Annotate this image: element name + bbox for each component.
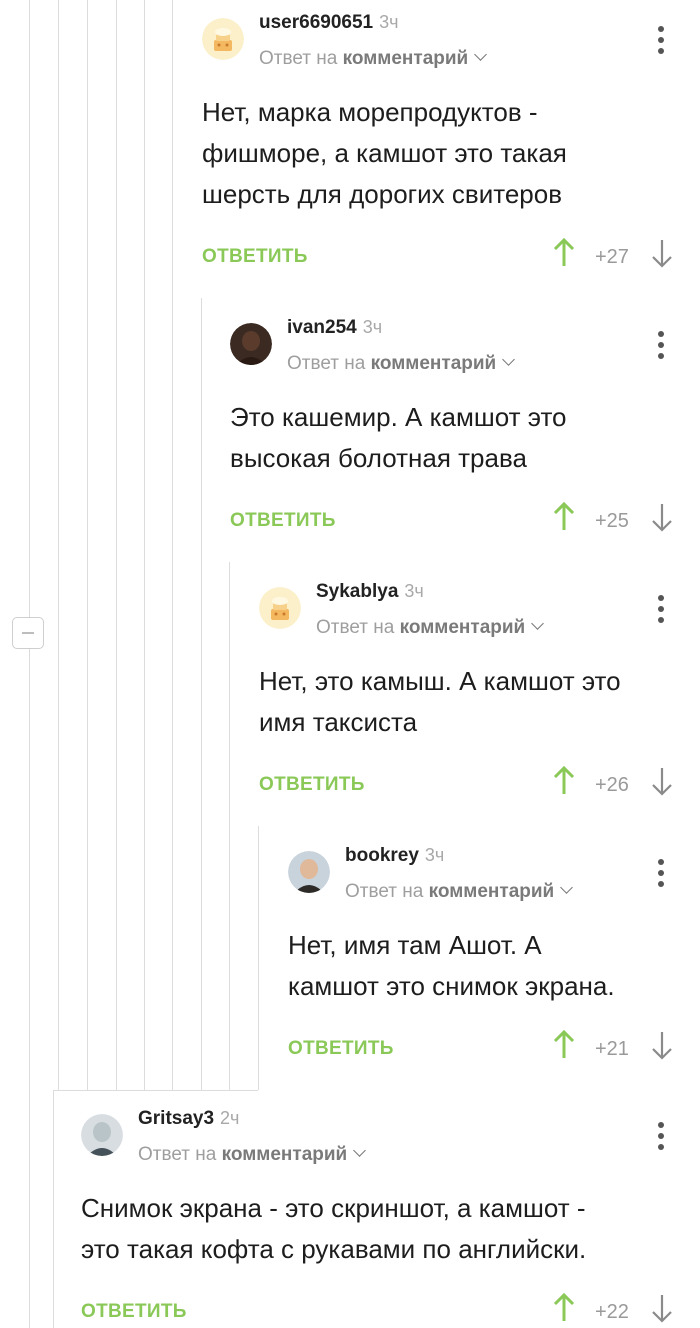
downvote-arrow-icon[interactable]	[651, 502, 673, 537]
reply-prefix: Ответ на	[287, 353, 366, 374]
reply-button[interactable]: ОТВЕТИТЬ	[230, 510, 336, 532]
thread-line	[229, 562, 230, 1090]
avatar[interactable]	[202, 18, 244, 60]
chevron-down-icon[interactable]	[353, 1144, 367, 1157]
username[interactable]: bookrey	[345, 845, 419, 866]
rating-score: +21	[595, 1038, 629, 1060]
thread-line	[87, 0, 88, 1090]
reply-to-line: Ответ на комментарий	[345, 881, 574, 903]
comment-text-line: шерсть для дорогих свитеров	[202, 179, 563, 209]
comment-text-line: Это кашемир. А камшот это	[230, 402, 567, 432]
more-options-icon[interactable]	[657, 595, 665, 625]
more-options-icon[interactable]	[657, 331, 665, 361]
upvote-arrow-icon[interactable]	[553, 501, 575, 537]
collapse-thread-button[interactable]	[12, 617, 44, 649]
avatar[interactable]	[81, 1114, 123, 1156]
comment-text-line: это такая кофта с рукавами по английски.	[81, 1234, 587, 1264]
reply-button[interactable]: ОТВЕТИТЬ	[288, 1038, 394, 1060]
comment-text-line: Нет, это камыш. А камшот это	[259, 666, 621, 696]
thread-line	[58, 0, 59, 1090]
comment-text-line: Нет, марка морепродуктов -	[202, 97, 538, 127]
downvote-arrow-icon[interactable]	[651, 1293, 673, 1328]
comment-time: 3ч	[379, 12, 399, 32]
comment-text-line: Снимок экрана - это скриншот, а камшот -	[81, 1193, 586, 1223]
reply-to-line: Ответ на комментарий	[259, 48, 488, 70]
thread-line	[172, 0, 173, 1090]
reply-prefix: Ответ на	[316, 617, 395, 638]
thread-line	[53, 1090, 54, 1328]
rating-score: +26	[595, 774, 629, 796]
username[interactable]: ivan254	[287, 317, 357, 338]
comment-text-line: Нет, имя там Ашот. А	[288, 930, 542, 960]
rating-score: +25	[595, 510, 629, 532]
thread-line	[29, 0, 30, 1328]
reply-target-link[interactable]: комментарий	[371, 353, 497, 374]
username[interactable]: Gritsay3	[138, 1108, 214, 1129]
avatar[interactable]	[259, 587, 301, 629]
reply-prefix: Ответ на	[345, 881, 424, 902]
avatar[interactable]	[288, 851, 330, 893]
more-options-icon[interactable]	[657, 859, 665, 889]
avatar[interactable]	[230, 323, 272, 365]
comment-time: 3ч	[424, 845, 445, 865]
reply-to-line: Ответ на комментарий	[287, 353, 516, 375]
reply-to-line: Ответ на комментарий	[316, 617, 545, 639]
comment-time: 3ч	[404, 581, 424, 601]
rating-score: +22	[595, 1301, 629, 1323]
reply-button[interactable]: ОТВЕТИТЬ	[81, 1301, 187, 1323]
reply-target-link[interactable]: комментарий	[222, 1144, 348, 1165]
thread-line	[201, 298, 202, 1090]
chevron-down-icon[interactable]	[502, 353, 516, 366]
reply-prefix: Ответ на	[138, 1144, 217, 1165]
chevron-down-icon[interactable]	[531, 617, 545, 630]
upvote-arrow-icon[interactable]	[553, 237, 575, 273]
downvote-arrow-icon[interactable]	[651, 1030, 673, 1065]
more-options-icon[interactable]	[657, 26, 665, 56]
comment-text-line: фишморе, а камшот это такая	[202, 138, 567, 168]
thread-divider	[53, 1090, 258, 1091]
downvote-arrow-icon[interactable]	[651, 766, 673, 801]
reply-prefix: Ответ на	[259, 48, 338, 69]
thread-line	[116, 0, 117, 1090]
comment-time: 3ч	[362, 317, 383, 337]
username[interactable]: user6690651	[259, 12, 373, 33]
thread-line	[258, 826, 259, 1090]
downvote-arrow-icon[interactable]	[651, 238, 673, 273]
reply-target-link[interactable]: комментарий	[400, 617, 526, 638]
upvote-arrow-icon[interactable]	[553, 1292, 575, 1328]
upvote-arrow-icon[interactable]	[553, 765, 575, 801]
comment-time: 2ч	[220, 1108, 240, 1128]
chevron-down-icon[interactable]	[474, 48, 488, 61]
reply-button[interactable]: ОТВЕТИТЬ	[259, 774, 365, 796]
rating-score: +27	[595, 246, 629, 268]
comment-text-line: имя таксиста	[259, 707, 418, 737]
reply-to-line: Ответ на комментарий	[138, 1144, 367, 1166]
comment-text-line: высокая болотная трава	[230, 443, 527, 473]
chevron-down-icon[interactable]	[560, 881, 574, 894]
upvote-arrow-icon[interactable]	[553, 1029, 575, 1065]
more-options-icon[interactable]	[657, 1122, 665, 1152]
reply-target-link[interactable]: комментарий	[429, 881, 555, 902]
reply-target-link[interactable]: комментарий	[343, 48, 469, 69]
reply-button[interactable]: ОТВЕТИТЬ	[202, 246, 308, 268]
username[interactable]: Sykablya	[316, 581, 398, 602]
thread-line	[144, 0, 145, 1090]
comment-text-line: камшот это снимок экрана.	[288, 971, 615, 1001]
